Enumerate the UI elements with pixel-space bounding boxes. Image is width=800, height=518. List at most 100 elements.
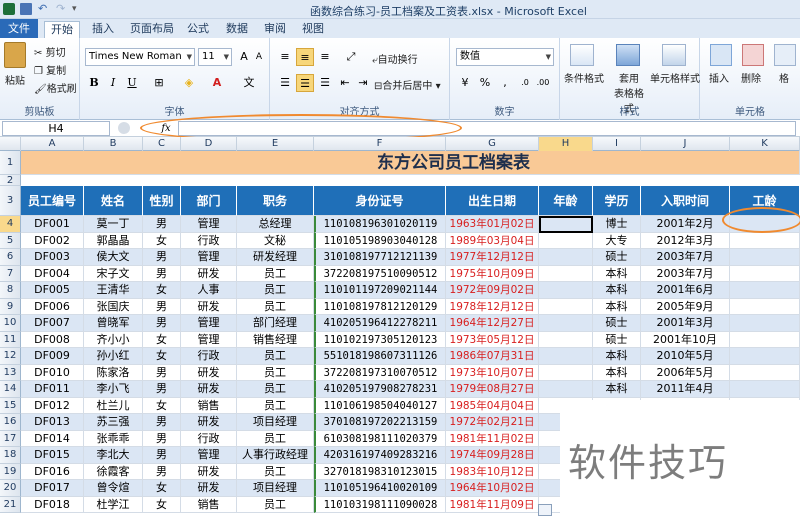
column-title-f[interactable]: 身份证号	[314, 186, 446, 216]
row-header-8[interactable]: 8	[0, 282, 21, 299]
align-right-icon[interactable]: ☰	[316, 74, 334, 92]
cell-k6[interactable]	[730, 249, 800, 266]
cell-b12[interactable]: 孙小红	[84, 348, 143, 365]
row-header-2[interactable]: 2	[0, 175, 21, 186]
cell-h6[interactable]	[539, 249, 593, 266]
cell-i10[interactable]: 硕士	[593, 315, 641, 332]
cell-d18[interactable]: 管理	[181, 447, 237, 464]
cell-a6[interactable]: DF003	[21, 249, 84, 266]
tab-insert[interactable]: 插入	[86, 21, 120, 38]
cell-i5[interactable]: 大专	[593, 232, 641, 249]
cell-e16[interactable]: 项目经理	[237, 414, 314, 431]
row-header-3[interactable]: 3	[0, 186, 21, 216]
cell-h13[interactable]	[539, 364, 593, 381]
cell-h9[interactable]	[539, 298, 593, 315]
cell-i13[interactable]: 本科	[593, 364, 641, 381]
cell-e19[interactable]: 员工	[237, 463, 314, 480]
cell-f21[interactable]: 110103198111090028	[314, 496, 446, 513]
cell-g16[interactable]: 1972年02月21日	[446, 414, 539, 431]
redo-icon[interactable]: ↷	[56, 3, 68, 15]
cell-j7[interactable]: 2003年7月	[641, 265, 730, 282]
cell-b20[interactable]: 曾令煊	[84, 480, 143, 497]
font-size-select[interactable]: 11 ▼	[198, 48, 232, 66]
cell-b14[interactable]: 李小飞	[84, 381, 143, 398]
column-title-g[interactable]: 出生日期	[446, 186, 539, 216]
cell-a14[interactable]: DF011	[21, 381, 84, 398]
cell-i8[interactable]: 本科	[593, 282, 641, 299]
row-header-19[interactable]: 19	[0, 463, 21, 480]
cell-f12[interactable]: 551018198607311126	[314, 348, 446, 365]
row-header-12[interactable]: 12	[0, 348, 21, 365]
cell-b4[interactable]: 莫一丁	[84, 216, 143, 233]
column-title-e[interactable]: 职务	[237, 186, 314, 216]
cell-h4[interactable]	[539, 216, 593, 233]
row-header-9[interactable]: 9	[0, 298, 21, 315]
cell-b7[interactable]: 宋子文	[84, 265, 143, 282]
tab-review[interactable]: 审阅	[258, 21, 292, 38]
cell-c15[interactable]: 女	[143, 397, 181, 414]
cell-b17[interactable]: 张乖乖	[84, 430, 143, 447]
paste-options-icon[interactable]	[538, 504, 552, 516]
cell-b9[interactable]: 张国庆	[84, 298, 143, 315]
select-all-corner[interactable]	[0, 137, 21, 151]
increase-indent-icon[interactable]: ⇥	[354, 74, 372, 92]
cell-c12[interactable]: 女	[143, 348, 181, 365]
column-header-k[interactable]: K	[730, 137, 800, 151]
cell-a11[interactable]: DF008	[21, 331, 84, 348]
sheet-title[interactable]: 东方公司员工档案表	[314, 151, 593, 175]
cell-i6[interactable]: 硕士	[593, 249, 641, 266]
cell-g21[interactable]: 1981年11月09日	[446, 496, 539, 513]
cell-d4[interactable]: 管理	[181, 216, 237, 233]
cell-j13[interactable]: 2006年5月	[641, 364, 730, 381]
column-header-d[interactable]: D	[181, 137, 237, 151]
cell-f8[interactable]: 110101197209021144	[314, 282, 446, 299]
column-header-a[interactable]: A	[21, 137, 84, 151]
cell-d20[interactable]: 研发	[181, 480, 237, 497]
cell-a12[interactable]: DF009	[21, 348, 84, 365]
column-header-e[interactable]: E	[237, 137, 314, 151]
row-header-7[interactable]: 7	[0, 265, 21, 282]
cell-j10[interactable]: 2001年3月	[641, 315, 730, 332]
cell-g4[interactable]: 1963年01月02日	[446, 216, 539, 233]
cell-e11[interactable]: 销售经理	[237, 331, 314, 348]
cell-b6[interactable]: 侯大文	[84, 249, 143, 266]
cell-c7[interactable]: 男	[143, 265, 181, 282]
cell-a21[interactable]: DF018	[21, 496, 84, 513]
comma-style-icon[interactable]: ,	[496, 74, 514, 92]
cell-j4[interactable]: 2001年2月	[641, 216, 730, 233]
cell-e15[interactable]: 员工	[237, 397, 314, 414]
format-painter-button[interactable]: 🖌格式刷	[34, 80, 77, 95]
align-bottom-icon[interactable]: ≡	[316, 48, 334, 66]
delete-cells-button[interactable]: 删除	[741, 70, 761, 85]
bold-button[interactable]: B	[85, 74, 103, 92]
column-title-i[interactable]: 学历	[593, 186, 641, 216]
cell-b21[interactable]: 杜学江	[84, 496, 143, 513]
align-top-icon[interactable]: ≡	[276, 48, 294, 66]
row-header-20[interactable]: 20	[0, 480, 21, 497]
cell-e8[interactable]: 员工	[237, 282, 314, 299]
cell-f14[interactable]: 410205197908278231	[314, 381, 446, 398]
cell-a19[interactable]: DF016	[21, 463, 84, 480]
cell-d10[interactable]: 管理	[181, 315, 237, 332]
cell-styles-button[interactable]: 单元格样式	[650, 70, 700, 85]
cell-f5[interactable]: 110105198903040128	[314, 232, 446, 249]
name-box[interactable]: H4	[2, 121, 110, 136]
cell-j5[interactable]: 2012年3月	[641, 232, 730, 249]
cell-f13[interactable]: 372208197310070512	[314, 364, 446, 381]
cell-a13[interactable]: DF010	[21, 364, 84, 381]
cell-g10[interactable]: 1964年12月27日	[446, 315, 539, 332]
cell-k14[interactable]	[730, 381, 800, 398]
align-left-icon[interactable]: ☰	[276, 74, 294, 92]
cell-e12[interactable]: 员工	[237, 348, 314, 365]
cell-j6[interactable]: 2003年7月	[641, 249, 730, 266]
cell-g15[interactable]: 1985年04月04日	[446, 397, 539, 414]
cell-d17[interactable]: 行政	[181, 430, 237, 447]
cell-h7[interactable]	[539, 265, 593, 282]
cell-c6[interactable]: 男	[143, 249, 181, 266]
cell-e10[interactable]: 部门经理	[237, 315, 314, 332]
undo-icon[interactable]: ↶	[38, 3, 50, 15]
cell-g8[interactable]: 1972年09月02日	[446, 282, 539, 299]
tab-data[interactable]: 数据	[220, 21, 254, 38]
cell-g19[interactable]: 1983年10月12日	[446, 463, 539, 480]
expand-icon[interactable]	[118, 122, 130, 134]
